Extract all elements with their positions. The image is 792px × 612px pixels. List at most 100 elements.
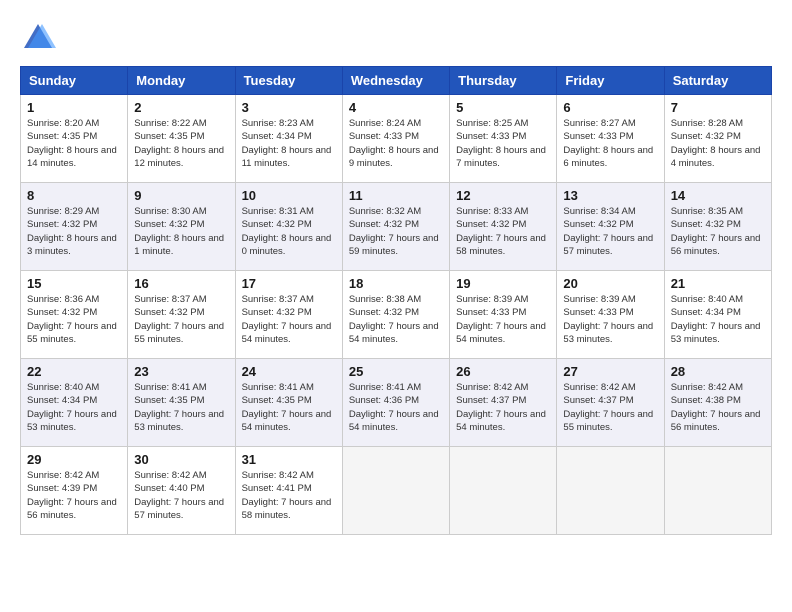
day-info: Sunrise: 8:39 AMSunset: 4:33 PMDaylight:… (563, 293, 657, 346)
page-header (20, 20, 772, 56)
calendar-cell: 6 Sunrise: 8:27 AMSunset: 4:33 PMDaylight… (557, 95, 664, 183)
calendar-cell: 10 Sunrise: 8:31 AMSunset: 4:32 PMDayligh… (235, 183, 342, 271)
day-info: Sunrise: 8:40 AMSunset: 4:34 PMDaylight:… (671, 293, 765, 346)
calendar-cell: 8 Sunrise: 8:29 AMSunset: 4:32 PMDaylight… (21, 183, 128, 271)
day-info: Sunrise: 8:29 AMSunset: 4:32 PMDaylight:… (27, 205, 121, 258)
calendar-cell: 22 Sunrise: 8:40 AMSunset: 4:34 PMDayligh… (21, 359, 128, 447)
day-info: Sunrise: 8:38 AMSunset: 4:32 PMDaylight:… (349, 293, 443, 346)
day-info: Sunrise: 8:23 AMSunset: 4:34 PMDaylight:… (242, 117, 336, 170)
calendar-cell: 4 Sunrise: 8:24 AMSunset: 4:33 PMDaylight… (342, 95, 449, 183)
day-info: Sunrise: 8:37 AMSunset: 4:32 PMDaylight:… (242, 293, 336, 346)
calendar-cell: 15 Sunrise: 8:36 AMSunset: 4:32 PMDayligh… (21, 271, 128, 359)
day-info: Sunrise: 8:20 AMSunset: 4:35 PMDaylight:… (27, 117, 121, 170)
calendar-cell: 7 Sunrise: 8:28 AMSunset: 4:32 PMDaylight… (664, 95, 771, 183)
day-info: Sunrise: 8:35 AMSunset: 4:32 PMDaylight:… (671, 205, 765, 258)
calendar-cell (664, 447, 771, 535)
calendar-cell: 27 Sunrise: 8:42 AMSunset: 4:37 PMDayligh… (557, 359, 664, 447)
col-header-wednesday: Wednesday (342, 67, 449, 95)
day-info: Sunrise: 8:42 AMSunset: 4:38 PMDaylight:… (671, 381, 765, 434)
day-info: Sunrise: 8:30 AMSunset: 4:32 PMDaylight:… (134, 205, 228, 258)
day-number: 20 (563, 276, 657, 291)
day-number: 31 (242, 452, 336, 467)
day-number: 6 (563, 100, 657, 115)
day-info: Sunrise: 8:41 AMSunset: 4:36 PMDaylight:… (349, 381, 443, 434)
col-header-saturday: Saturday (664, 67, 771, 95)
day-info: Sunrise: 8:24 AMSunset: 4:33 PMDaylight:… (349, 117, 443, 170)
day-number: 15 (27, 276, 121, 291)
calendar-cell: 13Sunrise: 8:34 AMSunset: 4:32 PMDayligh… (557, 183, 664, 271)
day-info: Sunrise: 8:41 AMSunset: 4:35 PMDaylight:… (134, 381, 228, 434)
day-number: 16 (134, 276, 228, 291)
col-header-monday: Monday (128, 67, 235, 95)
calendar-cell: 12 Sunrise: 8:33 AMSunset: 4:32 PMDayligh… (450, 183, 557, 271)
calendar-week-row: 8 Sunrise: 8:29 AMSunset: 4:32 PMDaylight… (21, 183, 772, 271)
day-number: 10 (242, 188, 336, 203)
day-info: Sunrise: 8:27 AMSunset: 4:33 PMDaylight:… (563, 117, 657, 170)
calendar-cell: 9 Sunrise: 8:30 AMSunset: 4:32 PMDaylight… (128, 183, 235, 271)
day-number: 11 (349, 188, 443, 203)
calendar-cell: 28 Sunrise: 8:42 AMSunset: 4:38 PMDayligh… (664, 359, 771, 447)
day-number: 12 (456, 188, 550, 203)
day-number: 18 (349, 276, 443, 291)
calendar-cell (557, 447, 664, 535)
calendar-cell: 21 Sunrise: 8:40 AMSunset: 4:34 PMDayligh… (664, 271, 771, 359)
calendar-cell: 30 Sunrise: 8:42 AMSunset: 4:40 PMDayligh… (128, 447, 235, 535)
calendar-cell (342, 447, 449, 535)
calendar-cell: 11 Sunrise: 8:32 AMSunset: 4:32 PMDayligh… (342, 183, 449, 271)
day-number: 17 (242, 276, 336, 291)
day-number: 21 (671, 276, 765, 291)
day-info: Sunrise: 8:32 AMSunset: 4:32 PMDaylight:… (349, 205, 443, 258)
day-info: Sunrise: 8:28 AMSunset: 4:32 PMDaylight:… (671, 117, 765, 170)
day-number: 8 (27, 188, 121, 203)
logo-icon (20, 20, 56, 56)
day-number: 3 (242, 100, 336, 115)
calendar-header-row: SundayMondayTuesdayWednesdayThursdayFrid… (21, 67, 772, 95)
day-info: Sunrise: 8:42 AMSunset: 4:37 PMDaylight:… (563, 381, 657, 434)
col-header-thursday: Thursday (450, 67, 557, 95)
calendar-cell: 3 Sunrise: 8:23 AMSunset: 4:34 PMDaylight… (235, 95, 342, 183)
calendar-cell: 24Sunrise: 8:41 AMSunset: 4:35 PMDayligh… (235, 359, 342, 447)
calendar-cell: 18 Sunrise: 8:38 AMSunset: 4:32 PMDayligh… (342, 271, 449, 359)
day-number: 22 (27, 364, 121, 379)
calendar-cell: 2Sunrise: 8:22 AMSunset: 4:35 PMDaylight… (128, 95, 235, 183)
day-info: Sunrise: 8:33 AMSunset: 4:32 PMDaylight:… (456, 205, 550, 258)
day-info: Sunrise: 8:31 AMSunset: 4:32 PMDaylight:… (242, 205, 336, 258)
day-number: 14 (671, 188, 765, 203)
day-number: 25 (349, 364, 443, 379)
day-number: 7 (671, 100, 765, 115)
col-header-friday: Friday (557, 67, 664, 95)
calendar-cell: 25 Sunrise: 8:41 AMSunset: 4:36 PMDayligh… (342, 359, 449, 447)
calendar-cell: 19Sunrise: 8:39 AMSunset: 4:33 PMDayligh… (450, 271, 557, 359)
day-number: 9 (134, 188, 228, 203)
calendar-cell: 23 Sunrise: 8:41 AMSunset: 4:35 PMDayligh… (128, 359, 235, 447)
logo (20, 20, 62, 56)
calendar-table: SundayMondayTuesdayWednesdayThursdayFrid… (20, 66, 772, 535)
day-info: Sunrise: 8:39 AMSunset: 4:33 PMDaylight:… (456, 293, 550, 346)
day-info: Sunrise: 8:42 AMSunset: 4:39 PMDaylight:… (27, 469, 121, 522)
calendar-cell (450, 447, 557, 535)
calendar-cell: 31 Sunrise: 8:42 AMSunset: 4:41 PMDayligh… (235, 447, 342, 535)
day-info: Sunrise: 8:42 AMSunset: 4:41 PMDaylight:… (242, 469, 336, 522)
calendar-week-row: 29 Sunrise: 8:42 AMSunset: 4:39 PMDayligh… (21, 447, 772, 535)
day-info: Sunrise: 8:37 AMSunset: 4:32 PMDaylight:… (134, 293, 228, 346)
calendar-cell: 1Sunrise: 8:20 AMSunset: 4:35 PMDaylight… (21, 95, 128, 183)
day-info: Sunrise: 8:40 AMSunset: 4:34 PMDaylight:… (27, 381, 121, 434)
day-info: Sunrise: 8:34 AMSunset: 4:32 PMDaylight:… (563, 205, 657, 258)
calendar-week-row: 1Sunrise: 8:20 AMSunset: 4:35 PMDaylight… (21, 95, 772, 183)
day-number: 28 (671, 364, 765, 379)
day-info: Sunrise: 8:36 AMSunset: 4:32 PMDaylight:… (27, 293, 121, 346)
day-number: 29 (27, 452, 121, 467)
day-number: 23 (134, 364, 228, 379)
calendar-cell: 26Sunrise: 8:42 AMSunset: 4:37 PMDayligh… (450, 359, 557, 447)
day-number: 27 (563, 364, 657, 379)
calendar-week-row: 22 Sunrise: 8:40 AMSunset: 4:34 PMDayligh… (21, 359, 772, 447)
day-info: Sunrise: 8:42 AMSunset: 4:40 PMDaylight:… (134, 469, 228, 522)
day-number: 30 (134, 452, 228, 467)
calendar-cell: 17 Sunrise: 8:37 AMSunset: 4:32 PMDayligh… (235, 271, 342, 359)
calendar-cell: 29 Sunrise: 8:42 AMSunset: 4:39 PMDayligh… (21, 447, 128, 535)
col-header-tuesday: Tuesday (235, 67, 342, 95)
day-info: Sunrise: 8:25 AMSunset: 4:33 PMDaylight:… (456, 117, 550, 170)
calendar-week-row: 15 Sunrise: 8:36 AMSunset: 4:32 PMDayligh… (21, 271, 772, 359)
calendar-cell: 14 Sunrise: 8:35 AMSunset: 4:32 PMDayligh… (664, 183, 771, 271)
day-number: 4 (349, 100, 443, 115)
